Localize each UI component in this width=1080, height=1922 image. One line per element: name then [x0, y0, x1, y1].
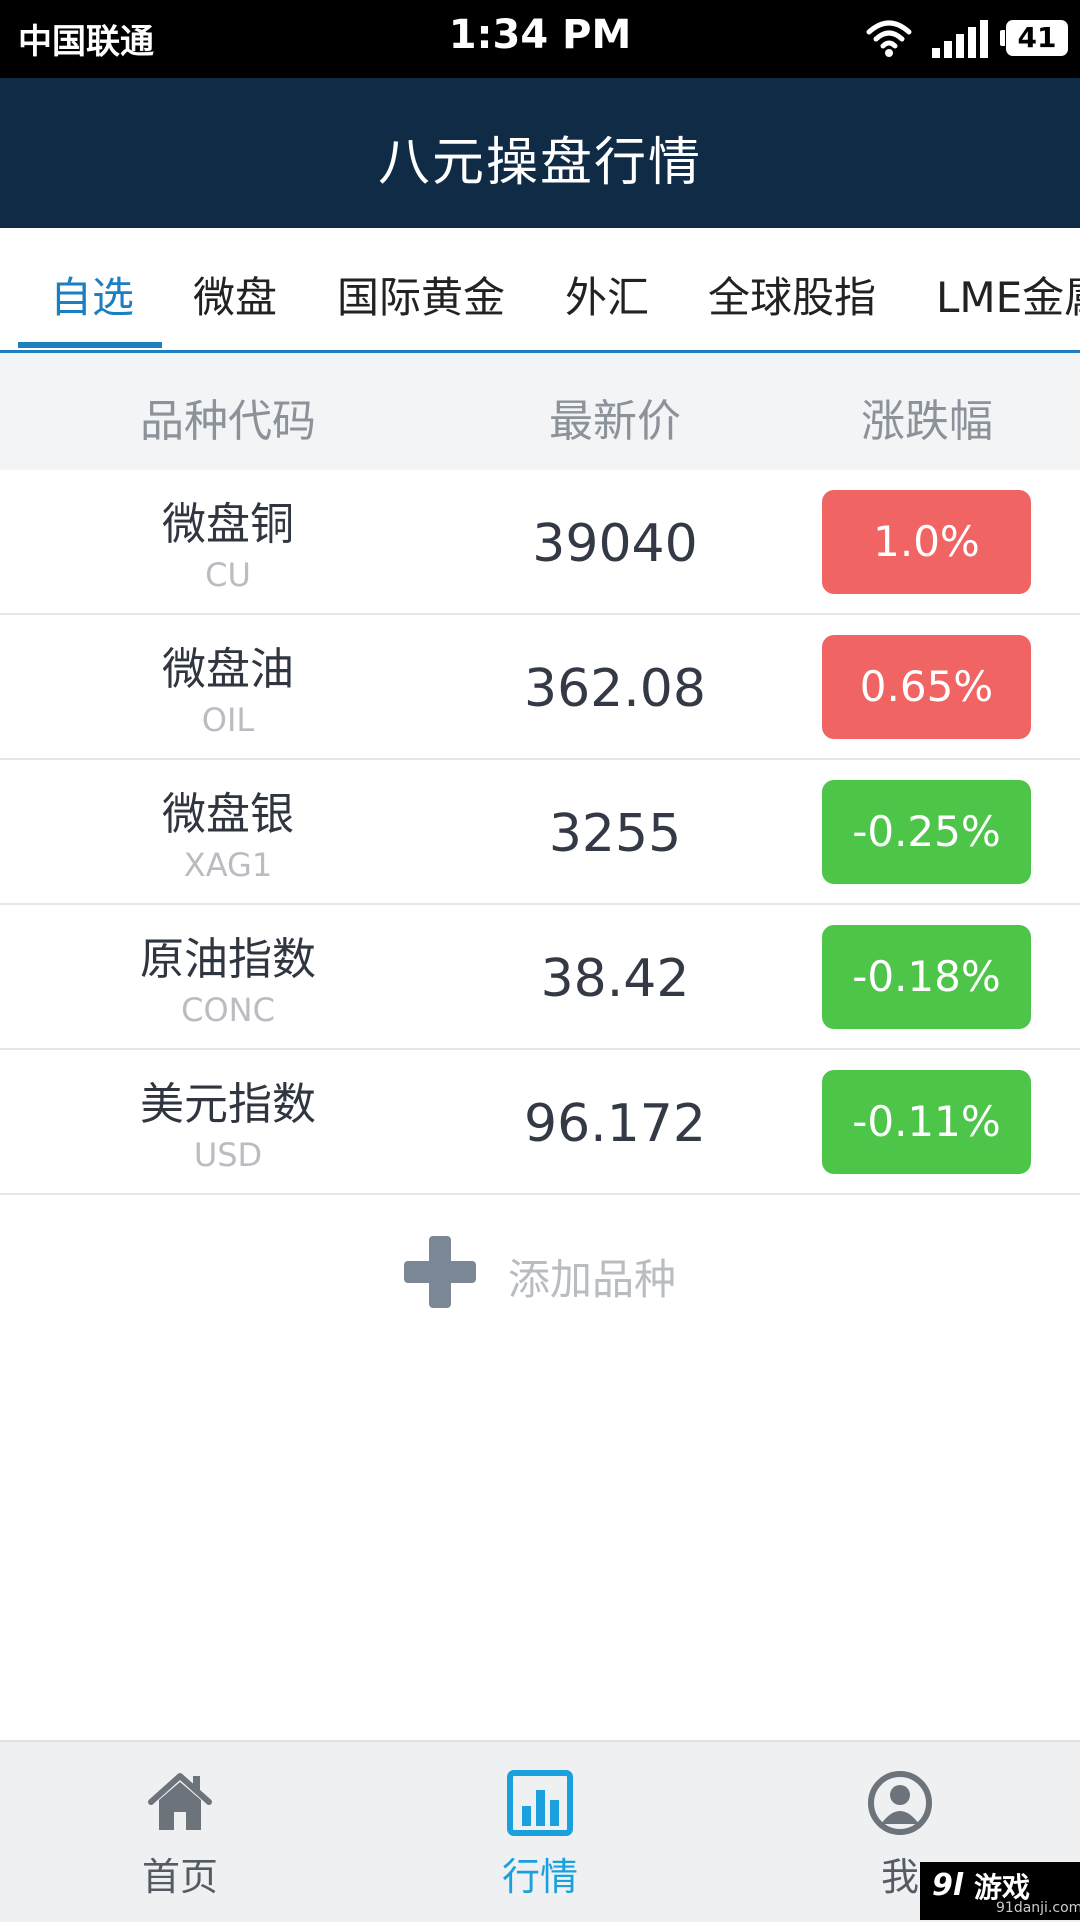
- app-header: 八元操盘行情: [0, 78, 1080, 228]
- tab-global-indices[interactable]: 全球股指: [708, 264, 876, 325]
- category-tabs: 自选 微盘 国际黄金 外汇 全球股指 LME金属: [0, 228, 1080, 353]
- change-badge: 1.0%: [822, 490, 1031, 594]
- wifi-icon: [866, 20, 912, 57]
- table-row[interactable]: 原油指数 CONC 38.42 -0.18%: [0, 905, 1080, 1050]
- tab-lme-metals[interactable]: LME金属: [936, 264, 1080, 325]
- tab-intl-gold[interactable]: 国际黄金: [337, 264, 505, 325]
- home-icon: [148, 1773, 212, 1830]
- tab-favorites[interactable]: 自选: [50, 264, 134, 325]
- latest-price: 362.08: [524, 659, 706, 719]
- change-badge: -0.18%: [822, 925, 1031, 1029]
- instrument-name: 微盘油: [162, 644, 294, 695]
- clock: 1:34 PM: [448, 12, 632, 58]
- latest-price: 38.42: [540, 949, 690, 1009]
- watermark-logo: 9l: [932, 1868, 964, 1903]
- table-row[interactable]: 微盘铜 CU 39040 1.0%: [0, 470, 1080, 615]
- active-tab-indicator: [18, 342, 162, 348]
- change-badge: -0.11%: [822, 1070, 1031, 1174]
- latest-price: 96.172: [524, 1094, 706, 1154]
- column-header-code: 品种代码: [140, 396, 316, 447]
- table-row[interactable]: 美元指数 USD 96.172 -0.11%: [0, 1050, 1080, 1195]
- table-row[interactable]: 微盘银 XAG1 3255 -0.25%: [0, 760, 1080, 905]
- user-icon: [868, 1771, 932, 1835]
- tab-forex[interactable]: 外汇: [565, 264, 649, 325]
- add-instrument-label: 添加品种: [508, 1255, 677, 1304]
- instrument-code: OIL: [201, 701, 255, 739]
- instrument-name: 原油指数: [140, 934, 316, 985]
- nav-home[interactable]: 首页: [0, 1742, 360, 1922]
- battery-icon: 41: [1000, 20, 1068, 56]
- column-header-price: 最新价: [549, 396, 681, 447]
- plus-icon: [404, 1236, 476, 1308]
- nav-label: 首页: [141, 1855, 218, 1899]
- quote-list: 微盘铜 CU 39040 1.0% 微盘油 OIL 362.08 0.65% 微…: [0, 470, 1080, 1195]
- add-instrument-button[interactable]: 添加品种: [400, 1232, 700, 1312]
- change-badge: 0.65%: [822, 635, 1031, 739]
- chart-icon: [507, 1770, 573, 1836]
- bottom-nav: 首页 行情 我: [0, 1740, 1080, 1922]
- watermark-url: 91danji.com: [996, 1900, 1080, 1916]
- instrument-code: USD: [193, 1136, 263, 1174]
- column-header-change: 涨跌幅: [861, 396, 993, 447]
- latest-price: 3255: [548, 804, 682, 864]
- watermark: 9l 游戏 91danji.com: [920, 1862, 1080, 1920]
- instrument-name: 美元指数: [140, 1079, 316, 1130]
- page-title: 八元操盘行情: [377, 133, 702, 193]
- instrument-name: 微盘铜: [162, 499, 294, 550]
- nav-market[interactable]: 行情: [360, 1742, 720, 1922]
- table-row[interactable]: 微盘油 OIL 362.08 0.65%: [0, 615, 1080, 760]
- status-bar: 中国联通 1:34 PM 41: [0, 0, 1080, 78]
- table-header: 品种代码 最新价 涨跌幅: [0, 353, 1080, 470]
- tab-micro[interactable]: 微盘: [193, 264, 277, 325]
- instrument-code: XAG1: [183, 846, 273, 884]
- signal-icon: [932, 20, 988, 58]
- change-badge: -0.25%: [822, 780, 1031, 884]
- instrument-name: 微盘银: [162, 789, 294, 840]
- instrument-code: CONC: [181, 991, 275, 1029]
- instrument-code: CU: [205, 556, 251, 594]
- nav-label: 行情: [501, 1855, 578, 1899]
- latest-price: 39040: [532, 514, 698, 574]
